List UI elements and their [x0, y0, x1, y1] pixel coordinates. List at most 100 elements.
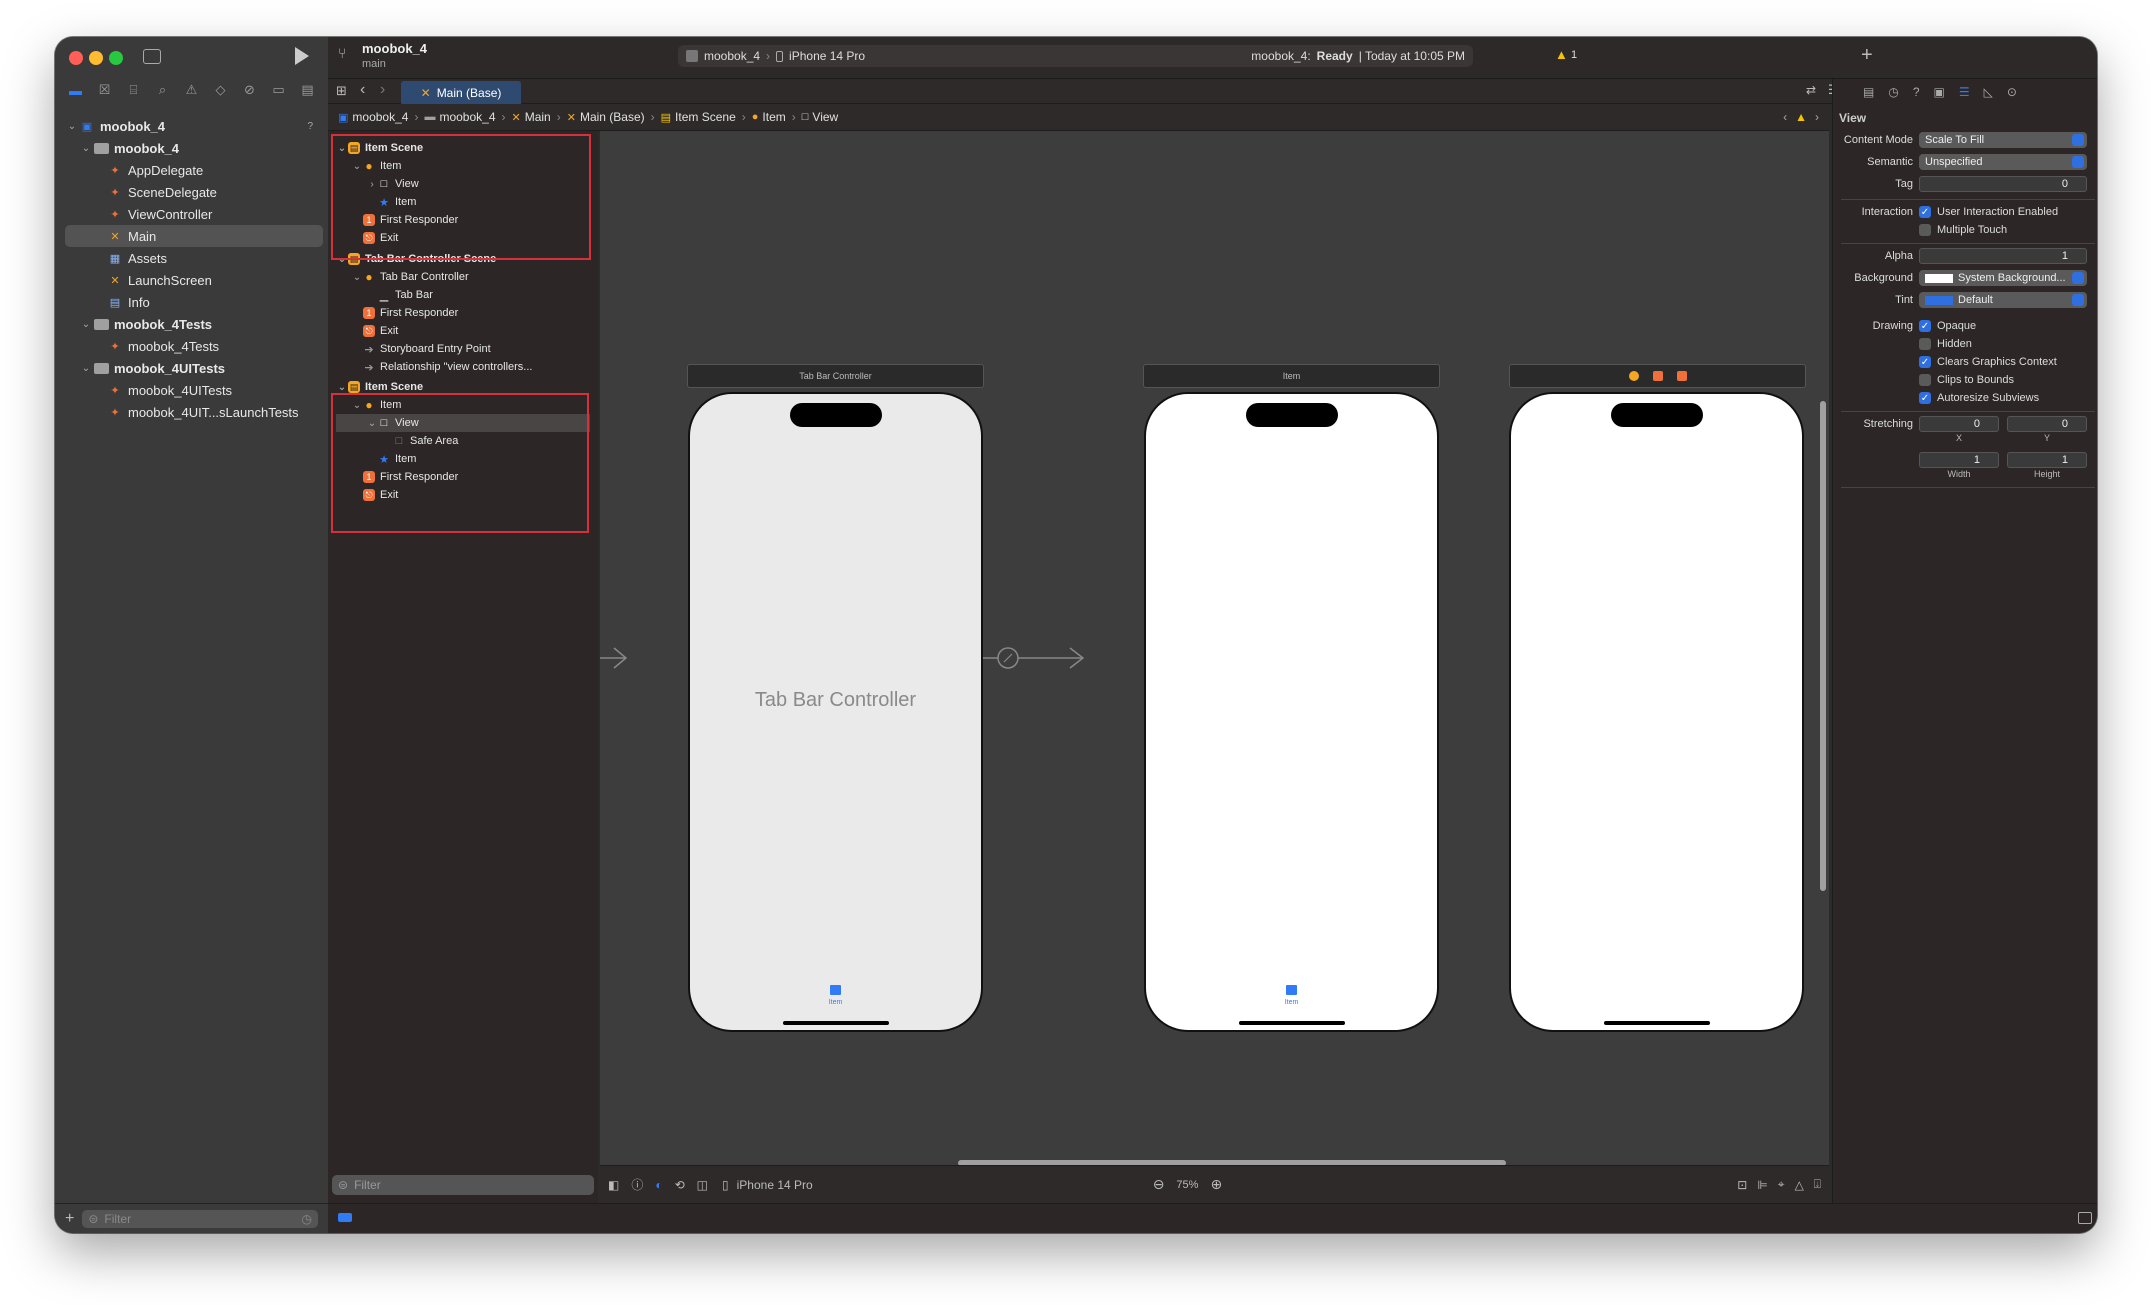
- debug-area-toggle-icon[interactable]: [2078, 1212, 2092, 1224]
- project-navigator-icon[interactable]: ▬: [68, 82, 84, 98]
- resolve-issues-icon[interactable]: △: [1795, 1178, 1804, 1192]
- connections-inspector-icon[interactable]: ⊙: [2007, 85, 2017, 99]
- close-window-button[interactable]: [69, 51, 83, 65]
- autoresize-checkbox[interactable]: ✓: [1919, 392, 1931, 404]
- tab-bar-item[interactable]: Item: [1272, 985, 1312, 1006]
- navigator-filter-field[interactable]: ⊜ Filter ◷: [82, 1209, 318, 1228]
- forward-icon[interactable]: ›: [380, 81, 385, 99]
- previous-issue-icon[interactable]: ‹: [1783, 110, 1787, 124]
- disclosure-chevron-icon[interactable]: ⌄: [351, 272, 363, 283]
- tag-field[interactable]: 0: [1919, 176, 2087, 192]
- back-icon[interactable]: ‹: [360, 81, 365, 99]
- orientation-icon[interactable]: ⟲: [675, 1178, 685, 1192]
- info-icon[interactable]: ⓘ: [631, 1176, 643, 1193]
- project-tree-item[interactable]: ⌄ ▣ moobok_4?: [65, 115, 323, 137]
- hidden-checkbox[interactable]: [1919, 338, 1931, 350]
- zoom-level[interactable]: 75%: [1176, 1179, 1198, 1191]
- help-icon[interactable]: ?: [1913, 85, 1920, 99]
- attributes-inspector-icon[interactable]: ☰: [1959, 85, 1970, 99]
- breadcrumb-item[interactable]: ● Item: [752, 110, 786, 124]
- disclosure-chevron-icon[interactable]: ⌄: [79, 363, 93, 374]
- vertical-scrollbar[interactable]: [1820, 401, 1826, 891]
- project-tree-item[interactable]: ▤ Info: [65, 291, 323, 313]
- tab-bar-item[interactable]: Item: [816, 985, 856, 1006]
- warning-count[interactable]: 1: [1571, 49, 1577, 61]
- project-tree-item[interactable]: ✦ moobok_4Tests: [65, 335, 323, 357]
- outline-row[interactable]: ⎋ Exit: [336, 322, 590, 340]
- symbol-navigator-icon[interactable]: ⌸: [126, 82, 142, 98]
- project-tree-item[interactable]: ✕ Main: [65, 225, 323, 247]
- opaque-checkbox[interactable]: ✓: [1919, 320, 1931, 332]
- outline-row[interactable]: ➔ Storyboard Entry Point: [336, 340, 590, 358]
- project-tree-item[interactable]: ✦ SceneDelegate: [65, 181, 323, 203]
- zoom-in-icon[interactable]: ⊕: [1210, 1176, 1222, 1193]
- exit-icon[interactable]: [1676, 371, 1687, 381]
- tab-main-base[interactable]: ✕ Main (Base): [401, 81, 521, 104]
- stretch-width-field[interactable]: 1: [1919, 452, 1999, 468]
- device-selector[interactable]: iPhone 14 Pro: [789, 49, 865, 63]
- appearance-icon[interactable]: ◐: [655, 1178, 662, 1192]
- background-popup[interactable]: System Background...: [1919, 270, 2087, 286]
- breadcrumb-item[interactable]: ✕ Main (Base): [567, 110, 645, 124]
- storyboard-canvas[interactable]: Tab Bar Controller Tab Bar Controller It…: [600, 131, 1829, 1166]
- stretch-height-field[interactable]: 1: [2007, 452, 2087, 468]
- stretch-y-field[interactable]: 0: [2007, 416, 2087, 432]
- item-scene-2-header[interactable]: [1509, 364, 1806, 388]
- zoom-out-icon[interactable]: ⊖: [1153, 1176, 1165, 1193]
- find-navigator-icon[interactable]: ⌕: [155, 82, 171, 98]
- project-tree-item[interactable]: ⌄ moobok_4Tests: [65, 313, 323, 335]
- history-icon[interactable]: ◷: [1888, 85, 1898, 99]
- tbc-scene-header[interactable]: Tab Bar Controller: [687, 364, 984, 388]
- issue-navigator-icon[interactable]: ⚠: [184, 82, 200, 98]
- report-navigator-icon[interactable]: ▤: [300, 82, 316, 98]
- scheme-selector[interactable]: moobok_4: [704, 49, 760, 63]
- outline-row[interactable]: 1 First Responder: [336, 304, 590, 322]
- project-tree-item[interactable]: ✦ moobok_4UIT...sLaunchTests: [65, 401, 323, 423]
- item-scene-header[interactable]: Item: [1143, 364, 1440, 388]
- tint-popup[interactable]: Default: [1919, 292, 2087, 308]
- project-tree-item[interactable]: ⌄ moobok_4UITests: [65, 357, 323, 379]
- stretch-x-field[interactable]: 0: [1919, 416, 1999, 432]
- align-icon[interactable]: ⊫: [1757, 1178, 1767, 1192]
- zoom-window-button[interactable]: [109, 51, 123, 65]
- semantic-popup[interactable]: Unspecified: [1919, 154, 2087, 170]
- project-tree-item[interactable]: ⌄ moobok_4: [65, 137, 323, 159]
- test-navigator-icon[interactable]: ◇: [213, 82, 229, 98]
- project-title[interactable]: moobok_4: [362, 41, 427, 56]
- project-tree-item[interactable]: ✦ ViewController: [65, 203, 323, 225]
- debug-navigator-icon[interactable]: ⊘: [242, 82, 258, 98]
- source-control-icon[interactable]: ☒: [97, 82, 113, 98]
- breadcrumb-item[interactable]: □ View: [802, 110, 838, 124]
- item-phone-2[interactable]: [1509, 392, 1804, 1032]
- embed-icon[interactable]: ⍗: [1814, 1177, 1821, 1192]
- file-inspector-icon[interactable]: ▤: [1863, 85, 1874, 99]
- project-tree-item[interactable]: ✦ moobok_4UITests: [65, 379, 323, 401]
- item-phone-1[interactable]: Item: [1144, 392, 1439, 1032]
- outline-toggle-icon[interactable]: ◧: [608, 1178, 619, 1192]
- alpha-field[interactable]: 1: [1919, 248, 2087, 264]
- identity-inspector-icon[interactable]: ▣: [1934, 85, 1945, 99]
- recent-files-icon[interactable]: ◷: [302, 1212, 312, 1226]
- grid-icon[interactable]: ⊞: [336, 83, 347, 99]
- outline-row[interactable]: ➔ Relationship "view controllers...: [336, 358, 590, 376]
- library-add-icon[interactable]: +: [1861, 44, 1873, 67]
- outline-row[interactable]: ⌄ ● Tab Bar Controller: [336, 268, 590, 286]
- run-button[interactable]: [295, 47, 309, 65]
- minimize-window-button[interactable]: [89, 51, 103, 65]
- refresh-icon[interactable]: ⇄: [1806, 83, 1816, 97]
- breadcrumb-item[interactable]: ▬ moobok_4: [424, 110, 495, 124]
- warning-icon[interactable]: ▲: [1795, 110, 1807, 124]
- disclosure-chevron-icon[interactable]: ⌄: [79, 143, 93, 154]
- clips-checkbox[interactable]: [1919, 374, 1931, 386]
- update-frames-icon[interactable]: ⊡: [1737, 1178, 1747, 1192]
- add-icon[interactable]: +: [65, 1210, 74, 1228]
- vc-icon[interactable]: [1628, 371, 1639, 381]
- tab-bar-controller-phone[interactable]: Tab Bar Controller Item: [688, 392, 983, 1032]
- multiple-touch-checkbox[interactable]: [1919, 224, 1931, 236]
- breadcrumb-item[interactable]: ▤ Item Scene: [661, 110, 736, 124]
- breakpoint-navigator-icon[interactable]: ▭: [271, 82, 287, 98]
- layout-icon[interactable]: ◫: [697, 1178, 708, 1192]
- project-tree-item[interactable]: ✦ AppDelegate: [65, 159, 323, 181]
- clears-checkbox[interactable]: ✓: [1919, 356, 1931, 368]
- breadcrumb-item[interactable]: ▣ moobok_4: [338, 110, 408, 124]
